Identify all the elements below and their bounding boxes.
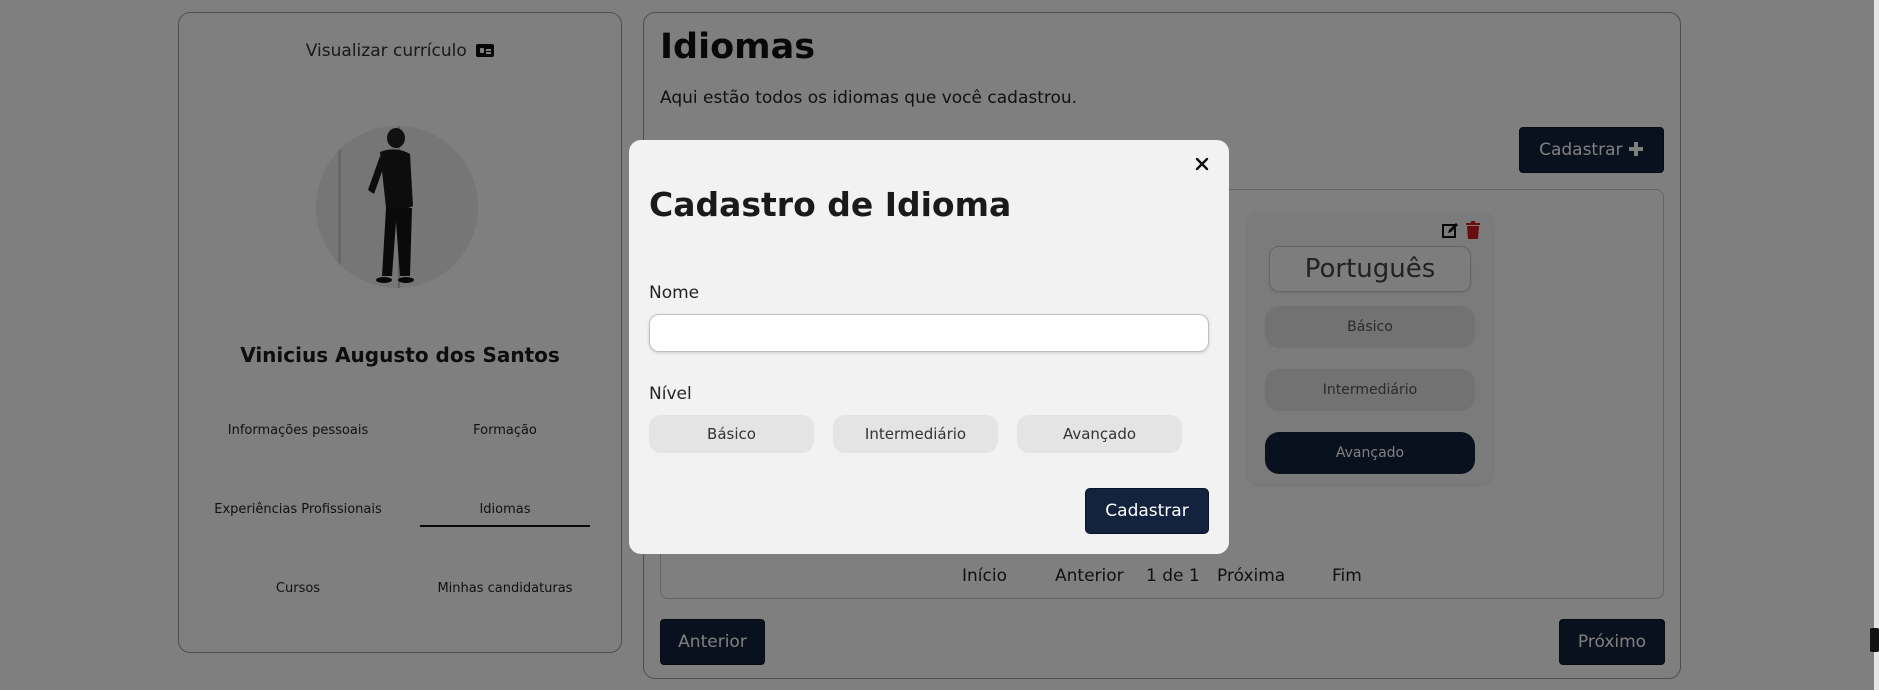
language-name-input[interactable] [649, 314, 1209, 352]
scrollbar-track[interactable] [1874, 0, 1879, 690]
level-label: Nível [649, 384, 692, 404]
submit-language-button[interactable]: Cadastrar [1085, 488, 1209, 534]
close-icon[interactable] [1192, 154, 1212, 174]
modal-title: Cadastro de Idioma [649, 185, 1012, 224]
level-option-advanced[interactable]: Avançado [1017, 415, 1182, 453]
register-language-modal: Cadastro de Idioma Nome Nível Básico Int… [629, 140, 1229, 554]
level-option-basic[interactable]: Básico [649, 415, 814, 453]
name-label: Nome [649, 283, 700, 303]
level-option-intermediate[interactable]: Intermediário [833, 415, 998, 453]
scrollbar-thumb[interactable] [1870, 628, 1879, 652]
